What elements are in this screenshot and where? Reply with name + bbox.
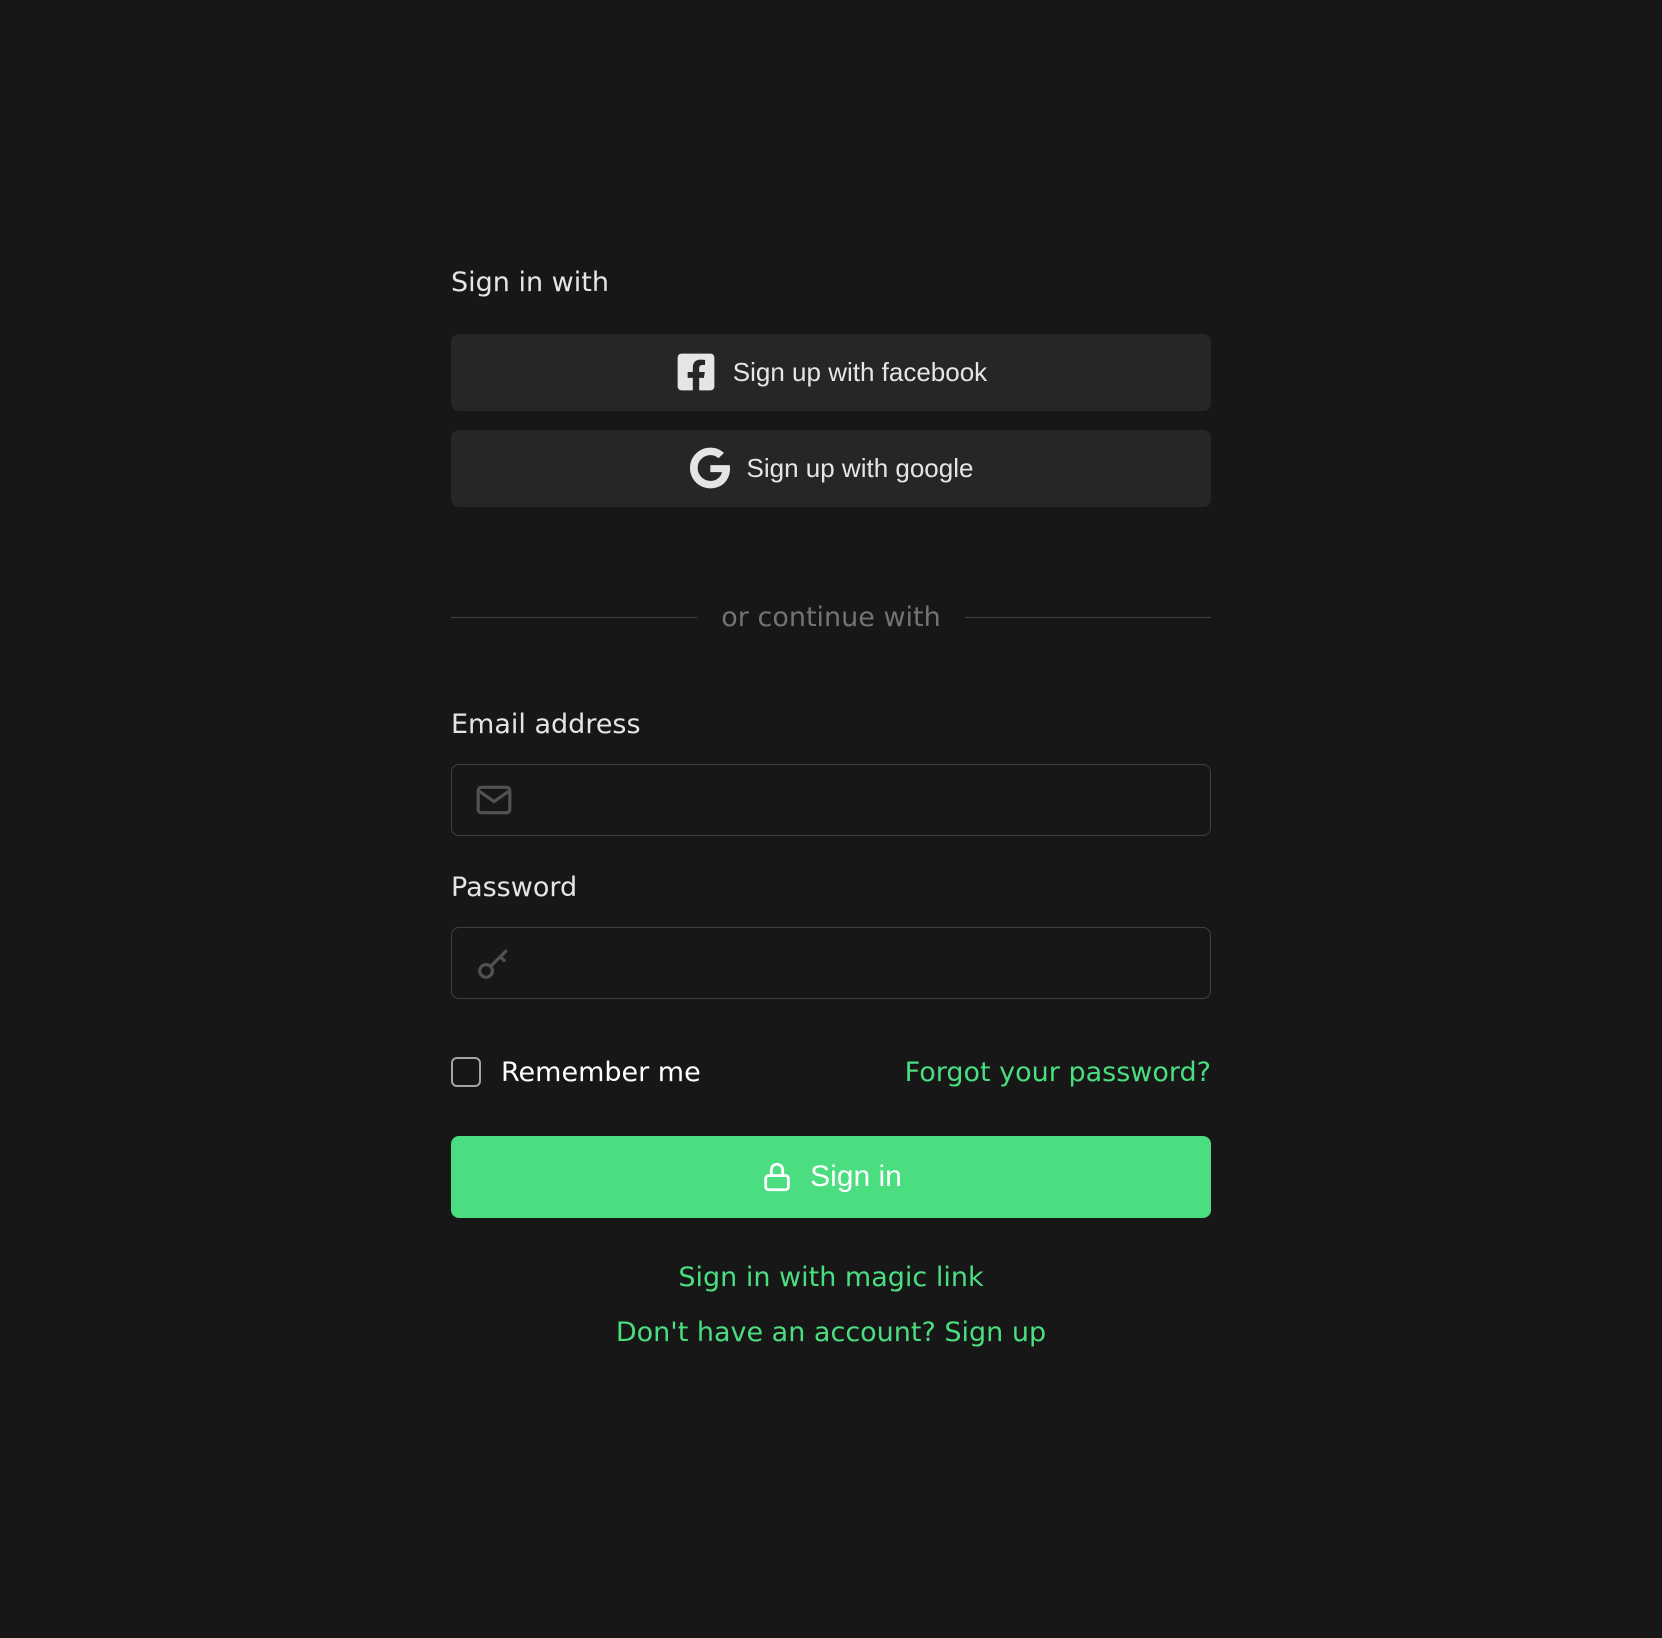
divider-line-left — [451, 617, 697, 618]
email-label: Email address — [451, 709, 1211, 740]
divider-line-right — [965, 617, 1211, 618]
google-icon — [689, 447, 731, 489]
remember-label[interactable]: Remember me — [501, 1057, 701, 1088]
divider: or continue with — [451, 602, 1211, 633]
mail-icon — [475, 781, 513, 819]
google-button-label: Sign up with google — [747, 453, 974, 484]
password-label: Password — [451, 872, 1211, 903]
lock-icon — [760, 1160, 794, 1194]
magic-link[interactable]: Sign in with magic link — [451, 1262, 1211, 1293]
signin-button[interactable]: Sign in — [451, 1136, 1211, 1218]
signin-button-label: Sign in — [810, 1160, 902, 1194]
remember-forgot-row: Remember me Forgot your password? — [451, 1057, 1211, 1088]
remember-me-wrapper: Remember me — [451, 1057, 701, 1088]
facebook-signin-button[interactable]: Sign up with facebook — [451, 334, 1211, 411]
forgot-password-link[interactable]: Forgot your password? — [905, 1057, 1211, 1088]
email-input[interactable] — [451, 764, 1211, 836]
divider-text: or continue with — [697, 602, 964, 633]
signin-form: Sign in with Sign up with facebook Sign … — [451, 227, 1211, 1412]
password-input[interactable] — [451, 927, 1211, 999]
email-input-wrapper — [451, 764, 1211, 836]
facebook-button-label: Sign up with facebook — [733, 357, 987, 388]
facebook-icon — [675, 351, 717, 393]
google-signin-button[interactable]: Sign up with google — [451, 430, 1211, 507]
signup-link[interactable]: Don't have an account? Sign up — [451, 1317, 1211, 1348]
signin-heading: Sign in with — [451, 267, 1211, 298]
key-icon — [475, 944, 513, 982]
remember-checkbox[interactable] — [451, 1057, 481, 1087]
password-input-wrapper — [451, 927, 1211, 999]
